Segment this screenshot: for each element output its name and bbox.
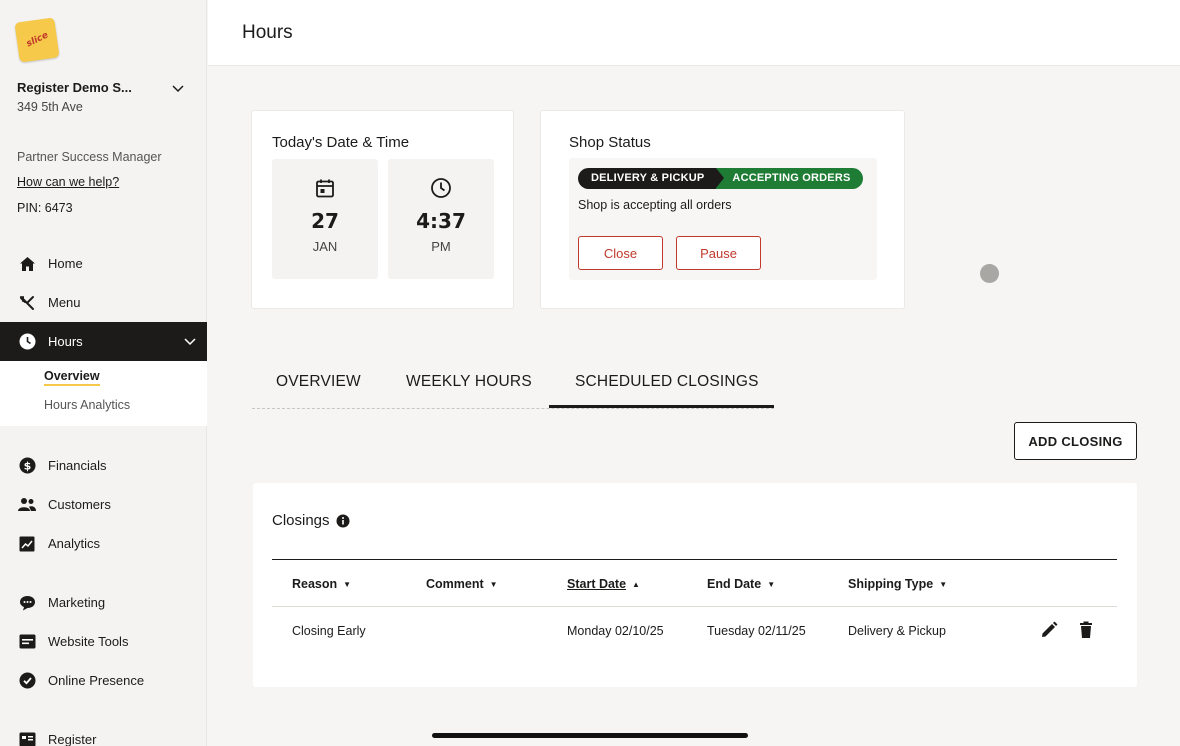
- submenu-item-hours-analytics[interactable]: Hours Analytics: [44, 398, 130, 412]
- date-time-card: Today's Date & Time 27 JAN 4:37 PM: [251, 110, 514, 309]
- home-indicator-bar: [432, 733, 748, 738]
- time-meridiem: PM: [431, 239, 451, 254]
- nav-label: Home: [48, 256, 83, 271]
- cell-reason: Closing Early: [292, 624, 366, 638]
- card-title: Today's Date & Time: [272, 134, 410, 151]
- nav-item-online-presence[interactable]: Online Presence: [0, 661, 207, 700]
- nav-item-menu[interactable]: Menu: [0, 283, 207, 322]
- nav-label: Marketing: [48, 595, 106, 610]
- date-day: 27: [311, 209, 339, 233]
- tab-weekly-hours[interactable]: WEEKLY HOURS: [406, 373, 532, 391]
- nav-item-analytics[interactable]: Analytics: [0, 524, 207, 563]
- time-value: 4:37: [416, 209, 466, 233]
- nav-label: Website Tools: [48, 634, 129, 649]
- verified-badge-icon: [18, 672, 36, 690]
- column-header-reason[interactable]: Reason ▼: [292, 577, 351, 591]
- status-state: ACCEPTING ORDERS: [716, 168, 863, 189]
- calendar-icon: [316, 179, 334, 198]
- trash-icon[interactable]: [1076, 620, 1096, 640]
- chat-icon: [18, 594, 36, 612]
- nav-label: Analytics: [48, 536, 101, 551]
- nav-label: Financials: [48, 458, 107, 473]
- column-header-shipping-type[interactable]: Shipping Type ▼: [848, 577, 947, 591]
- tab-overview[interactable]: OVERVIEW: [276, 373, 361, 391]
- sort-down-icon: ▼: [489, 579, 498, 589]
- date-month: JAN: [312, 239, 338, 254]
- nav-item-hours[interactable]: Hours: [0, 322, 207, 361]
- chart-icon: [18, 535, 36, 553]
- cursor-dot: [980, 264, 999, 283]
- nav-label: Register: [48, 732, 97, 746]
- page-title: Hours: [242, 22, 293, 43]
- hours-tabs: OVERVIEW WEEKLY HOURS SCHEDULED CLOSINGS: [252, 360, 774, 409]
- edit-pencil-icon[interactable]: [1039, 620, 1059, 640]
- utensils-icon: [18, 294, 36, 312]
- home-icon: [18, 255, 36, 273]
- nav-label: Customers: [48, 497, 111, 512]
- status-message: Shop is accepting all orders: [578, 198, 732, 212]
- submenu-item-overview[interactable]: Overview: [44, 369, 100, 386]
- help-link[interactable]: How can we help?: [17, 175, 119, 189]
- nav-item-register[interactable]: Register: [0, 720, 207, 746]
- cell-start-date: Monday 02/10/25: [567, 624, 664, 638]
- closings-panel: Closings Reason ▼ Comment ▼ Start Date ▲ En…: [253, 483, 1137, 687]
- clock-icon: [431, 178, 451, 198]
- pin-label: PIN: 6473: [17, 201, 73, 215]
- time-tile: 4:37 PM: [388, 159, 494, 279]
- partner-success-label: Partner Success Manager: [17, 150, 162, 164]
- pause-shop-button[interactable]: Pause: [676, 236, 761, 270]
- sidebar: slice Register Demo S... 349 5th Ave Par…: [0, 0, 207, 746]
- nav-item-marketing[interactable]: Marketing: [0, 583, 207, 622]
- page-header: Hours: [208, 0, 1180, 66]
- sort-down-icon: ▼: [343, 579, 352, 589]
- close-shop-button[interactable]: Close: [578, 236, 663, 270]
- shop-status-card: Shop Status DELIVERY & PICKUP ACCEPTING …: [540, 110, 905, 309]
- tab-scheduled-closings[interactable]: SCHEDULED CLOSINGS: [575, 373, 759, 391]
- people-icon: [18, 496, 36, 514]
- clock-icon: [18, 333, 36, 351]
- status-panel: DELIVERY & PICKUP ACCEPTING ORDERS Shop …: [569, 158, 877, 280]
- chevron-down-icon: [184, 338, 196, 346]
- shop-name[interactable]: Register Demo S...: [17, 80, 132, 95]
- shop-address: 349 5th Ave: [17, 100, 83, 114]
- nav-item-home[interactable]: Home: [0, 244, 207, 283]
- column-header-end-date[interactable]: End Date ▼: [707, 577, 775, 591]
- table-header: Reason ▼ Comment ▼ Start Date ▲ End Date ▼ S…: [272, 559, 1117, 607]
- register-icon: [18, 731, 36, 746]
- nav-label: Hours: [48, 334, 83, 349]
- slice-logo[interactable]: slice: [14, 17, 60, 63]
- chevron-down-icon[interactable]: [170, 80, 186, 96]
- dollar-icon: $: [18, 457, 36, 475]
- sort-up-icon: ▲: [632, 579, 640, 589]
- nav-label: Online Presence: [48, 673, 145, 688]
- closings-title: Closings: [272, 512, 330, 529]
- nav-label: Menu: [48, 295, 81, 310]
- nav-item-customers[interactable]: Customers: [0, 485, 207, 524]
- add-closing-button[interactable]: ADD CLOSING: [1014, 422, 1137, 460]
- column-header-comment[interactable]: Comment ▼: [426, 577, 498, 591]
- cell-end-date: Tuesday 02/11/25: [707, 624, 806, 638]
- sort-down-icon: ▼: [939, 579, 948, 589]
- date-tile: 27 JAN: [272, 159, 378, 279]
- status-mode: DELIVERY & PICKUP: [578, 168, 725, 189]
- status-badge: DELIVERY & PICKUP ACCEPTING ORDERS: [578, 168, 863, 189]
- nav-item-website-tools[interactable]: Website Tools: [0, 622, 207, 661]
- browser-icon: [18, 633, 36, 651]
- card-title: Shop Status: [569, 134, 651, 151]
- hours-submenu: Overview Hours Analytics: [0, 361, 207, 426]
- column-header-start-date[interactable]: Start Date ▲: [567, 577, 640, 591]
- active-tab-indicator: [549, 405, 774, 408]
- sort-down-icon: ▼: [767, 579, 776, 589]
- cell-shipping-type: Delivery & Pickup: [848, 624, 946, 638]
- closings-heading: Closings: [272, 512, 350, 529]
- info-icon[interactable]: [336, 514, 350, 528]
- nav-item-financials[interactable]: $ Financials: [0, 446, 207, 485]
- svg-text:$: $: [23, 460, 31, 473]
